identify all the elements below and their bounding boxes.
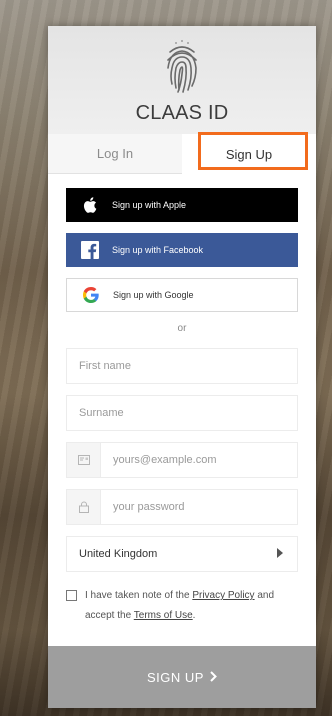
consent-row: I have taken note of the Privacy Policy … — [66, 586, 298, 626]
first-name-field — [66, 348, 298, 384]
email-field — [66, 442, 298, 478]
google-button-label: Sign up with Google — [113, 290, 194, 300]
chevron-right-icon — [210, 670, 217, 685]
consent-checkbox[interactable] — [66, 590, 77, 601]
apple-button-label: Sign up with Apple — [112, 200, 187, 210]
email-input[interactable] — [101, 443, 297, 477]
apple-icon — [76, 197, 104, 213]
privacy-policy-link[interactable]: Privacy Policy — [192, 590, 254, 601]
email-icon — [67, 443, 101, 477]
country-select[interactable]: United Kingdom — [66, 536, 298, 572]
lock-icon — [67, 490, 101, 524]
consent-text-part-3: . — [192, 610, 196, 621]
country-selected-value: United Kingdom — [79, 548, 158, 560]
facebook-button-label: Sign up with Facebook — [112, 245, 204, 255]
sign-up-with-facebook-button[interactable]: Sign up with Facebook — [66, 233, 298, 267]
consent-text-part-1: I have taken note of the — [85, 590, 190, 601]
tab-log-in[interactable]: Log In — [48, 134, 182, 174]
or-separator: or — [177, 323, 187, 334]
first-name-input[interactable] — [67, 349, 297, 383]
brand-title: CLAAS ID — [135, 102, 229, 124]
sign-up-with-apple-button[interactable]: Sign up with Apple — [66, 188, 298, 222]
fingerprint-icon — [167, 40, 197, 93]
password-input[interactable] — [101, 490, 297, 524]
google-icon — [77, 287, 105, 303]
sign-up-submit-button[interactable]: SIGN UP — [48, 646, 316, 708]
terms-of-use-link[interactable]: Terms of Use — [134, 610, 193, 621]
caret-right-icon — [277, 547, 283, 561]
sign-up-with-google-button[interactable]: Sign up with Google — [66, 278, 298, 312]
consent-text: I have taken note of the Privacy Policy … — [85, 586, 298, 626]
auth-tabs: Log In Sign Up — [48, 132, 316, 174]
password-field — [66, 489, 298, 525]
facebook-icon — [76, 241, 104, 259]
surname-field — [66, 395, 298, 431]
signup-form: Sign up with Apple Sign up with Facebook — [48, 174, 316, 626]
auth-panel: CLAAS ID Log In Sign Up Sign up with App… — [48, 26, 316, 708]
sign-up-submit-label: SIGN UP — [147, 669, 204, 685]
tab-sign-up[interactable]: Sign Up — [182, 134, 316, 174]
surname-input[interactable] — [67, 396, 297, 430]
brand-header: CLAAS ID — [48, 26, 316, 134]
